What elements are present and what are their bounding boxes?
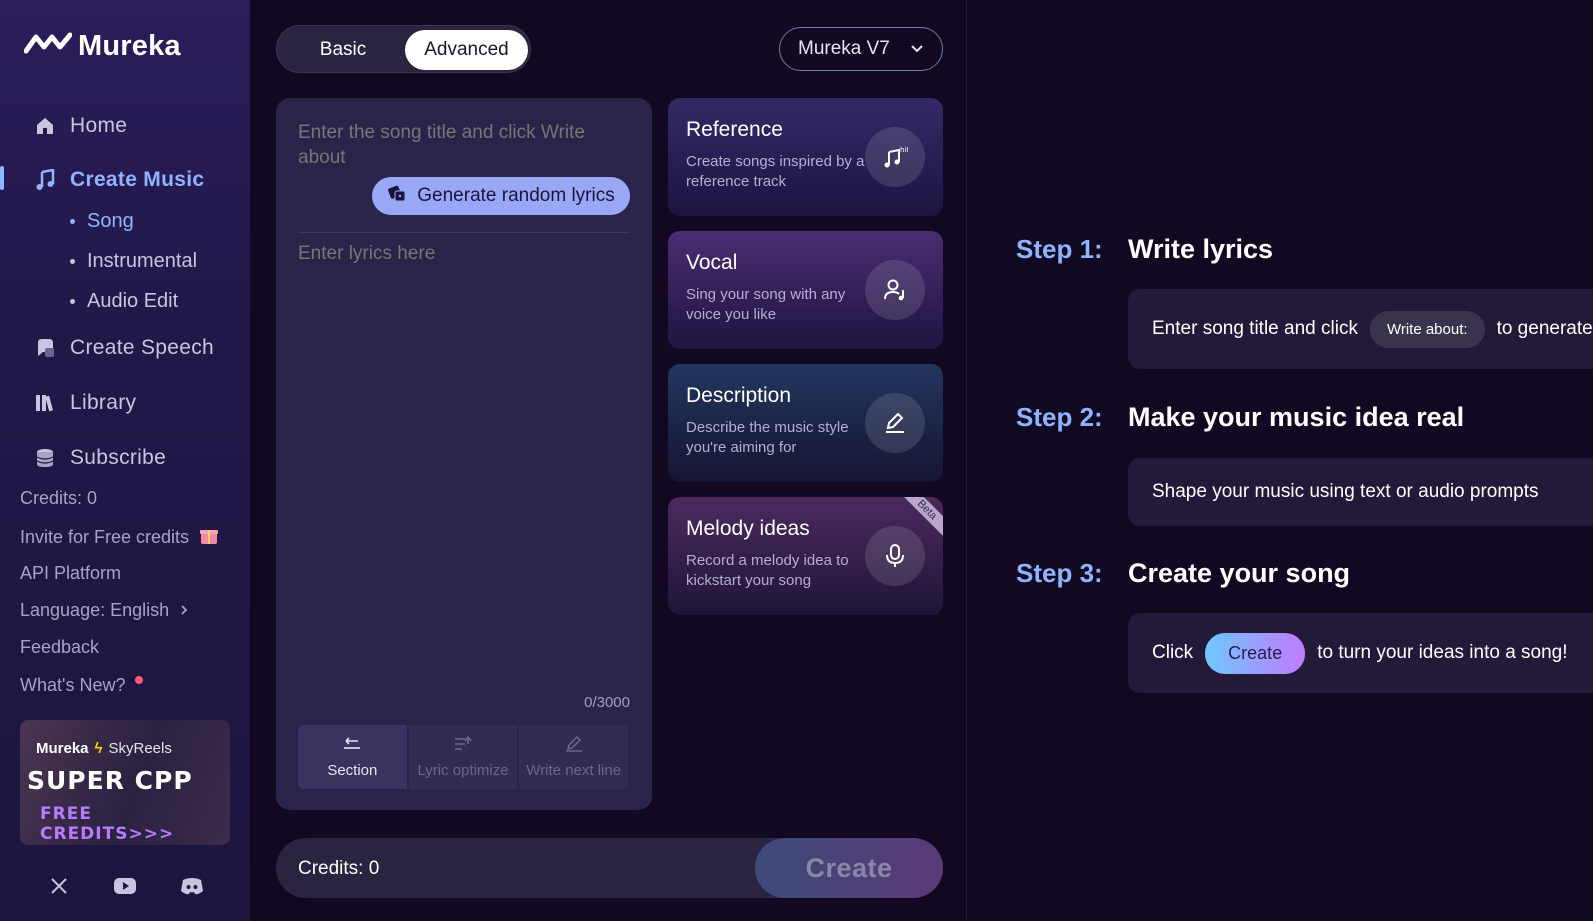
nav-audio-edit[interactable]: Audio Edit bbox=[70, 290, 178, 313]
section-icon bbox=[342, 736, 362, 756]
step-3-heading: Step 3: Create your song bbox=[1016, 558, 1351, 588]
create-button[interactable]: Create bbox=[755, 838, 943, 898]
voice-user-icon bbox=[865, 260, 925, 320]
melody-ideas-card[interactable]: Melody ideas Record a melody idea to kic… bbox=[668, 497, 943, 615]
microphone-icon bbox=[865, 526, 925, 586]
discord-icon bbox=[180, 877, 204, 900]
nav-subscribe[interactable]: Subscribe bbox=[34, 446, 166, 470]
write-about-pill: Write about: bbox=[1369, 310, 1485, 348]
home-icon bbox=[34, 115, 56, 137]
brand-name: Mureka bbox=[78, 30, 181, 62]
divider bbox=[298, 232, 630, 233]
step-3-box: Click Create to turn your ideas into a s… bbox=[1128, 613, 1593, 693]
lyrics-panel: Generate random lyrics 0/3000 Section Ly… bbox=[276, 98, 652, 810]
promo-sub: FREE CREDITS>>> bbox=[40, 804, 175, 844]
discord-social-link[interactable] bbox=[180, 876, 204, 900]
sidebar: Mureka Home Create Music Song Instrument… bbox=[0, 0, 250, 921]
language-selector[interactable]: Language: English bbox=[20, 600, 189, 621]
bullet-dot bbox=[70, 219, 75, 224]
logo[interactable]: Mureka bbox=[23, 30, 181, 63]
bullet-dot bbox=[70, 259, 75, 264]
write-next-line-button[interactable]: Write next line bbox=[519, 725, 629, 789]
panel-divider bbox=[966, 0, 967, 921]
step-1-heading: Step 1: Write lyrics bbox=[1016, 234, 1274, 264]
mode-basic-tab[interactable]: Basic bbox=[283, 30, 403, 70]
character-counter: 0/3000 bbox=[584, 694, 630, 711]
api-platform-link[interactable]: API Platform bbox=[20, 563, 121, 584]
database-icon bbox=[34, 447, 56, 469]
nav-instrumental[interactable]: Instrumental bbox=[70, 250, 197, 273]
svg-text:hit: hit bbox=[900, 146, 908, 154]
mode-toggle: Basic Advanced bbox=[276, 25, 531, 73]
nav-create-speech[interactable]: Create Speech bbox=[34, 336, 214, 360]
x-social-link[interactable] bbox=[47, 876, 71, 900]
description-card[interactable]: Description Describe the music style you… bbox=[668, 364, 943, 482]
music-note-icon bbox=[34, 169, 56, 191]
nav-library[interactable]: Library bbox=[34, 391, 136, 415]
model-select[interactable]: Mureka V7 bbox=[779, 27, 943, 71]
promo-headline: SUPER CPP bbox=[27, 766, 193, 795]
lyrics-input[interactable] bbox=[298, 243, 630, 773]
chevron-right-icon bbox=[179, 600, 189, 621]
lyric-optimize-button[interactable]: Lyric optimize bbox=[408, 725, 518, 789]
bullet-dot bbox=[70, 299, 75, 304]
step-1-box: Enter song title and click Write about: … bbox=[1128, 289, 1593, 369]
speech-icon bbox=[34, 337, 56, 359]
song-title-input[interactable] bbox=[298, 120, 608, 172]
mureka-logo-icon bbox=[23, 30, 73, 63]
lightning-icon: ϟ bbox=[94, 740, 103, 757]
notification-dot bbox=[135, 675, 144, 684]
credits-label: Credits: 0 bbox=[20, 488, 98, 508]
promo-banner[interactable]: Mureka ϟ SkyReels SUPER CPP FREE CREDITS… bbox=[20, 720, 230, 845]
chevron-down-icon bbox=[910, 38, 924, 60]
nav-create-music[interactable]: Create Music bbox=[34, 168, 204, 192]
step-2-box: Shape your music using text or audio pro… bbox=[1128, 458, 1593, 526]
section-button[interactable]: Section bbox=[298, 725, 407, 789]
active-indicator bbox=[0, 166, 4, 190]
youtube-social-link[interactable] bbox=[113, 876, 137, 900]
reference-track-icon: hit bbox=[865, 127, 925, 187]
edit-icon bbox=[865, 393, 925, 453]
lyrics-tools: Section Lyric optimize Write next line bbox=[298, 725, 629, 789]
gift-icon bbox=[199, 525, 219, 550]
x-icon bbox=[50, 877, 68, 900]
vocal-card[interactable]: Vocal Sing your song with any voice you … bbox=[668, 231, 943, 349]
nav-home[interactable]: Home bbox=[34, 114, 127, 138]
step-2-heading: Step 2: Make your music idea real bbox=[1016, 402, 1465, 432]
pencil-icon bbox=[564, 735, 584, 756]
whats-new-link[interactable]: What's New? bbox=[20, 675, 144, 696]
library-icon bbox=[34, 392, 56, 414]
bottom-credits: Credits: 0 bbox=[298, 858, 380, 879]
mode-advanced-tab[interactable]: Advanced bbox=[405, 30, 528, 70]
reference-card[interactable]: Reference Create songs inspired by a ref… bbox=[668, 98, 943, 216]
optimize-icon bbox=[453, 735, 473, 756]
create-pill: Create bbox=[1205, 632, 1306, 674]
invite-link[interactable]: Invite for Free credits bbox=[20, 525, 219, 550]
generate-random-lyrics-button[interactable]: Generate random lyrics bbox=[372, 177, 630, 215]
feedback-link[interactable]: Feedback bbox=[20, 637, 99, 658]
nav-song[interactable]: Song bbox=[70, 210, 134, 233]
youtube-icon bbox=[113, 877, 137, 900]
promo-brand: Mureka ϟ SkyReels bbox=[36, 740, 172, 757]
dice-icon bbox=[387, 183, 407, 209]
bottom-bar: Credits: 0 Create bbox=[276, 838, 943, 898]
